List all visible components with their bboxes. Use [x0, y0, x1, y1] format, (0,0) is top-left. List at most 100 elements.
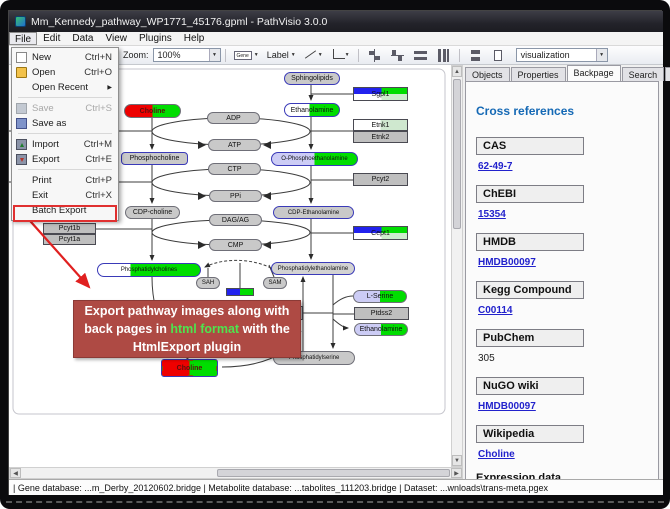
gene-node-icon: Gene	[234, 51, 252, 60]
metabolite-node[interactable]: CTP	[208, 163, 261, 175]
metabolite-node[interactable]: Phosphatidylcholines	[97, 263, 201, 277]
stack-horizontal-button[interactable]	[487, 48, 510, 63]
chevron-down-icon[interactable]: ▼	[209, 49, 220, 61]
crossref-link[interactable]: HMDB00097	[478, 401, 536, 412]
resize-handle[interactable]	[161, 359, 163, 361]
metabolite-node[interactable]: Ethanolamine	[354, 323, 408, 336]
title-bar[interactable]: Mm_Kennedy_pathway_WP1771_45176.gpml - P…	[9, 11, 663, 32]
gene-node[interactable]: Pcyt1b	[43, 223, 96, 234]
metabolite-node[interactable]: Phosphocholine	[121, 152, 188, 165]
metabolite-node[interactable]: PPi	[209, 190, 262, 202]
gene-node[interactable]: Etnk2	[353, 131, 408, 143]
visualization-combobox[interactable]: visualization ▼	[516, 48, 608, 62]
menu-edit[interactable]: Edit	[37, 32, 66, 45]
crossref-section: ChEBI 15354	[476, 184, 648, 220]
new-line-button[interactable]: ▼	[300, 48, 327, 63]
metabolite-node[interactable]: Ethanolamine	[284, 103, 340, 117]
menu-item-open[interactable]: OpenCtrl+O	[12, 65, 118, 80]
crossref-source: Wikipedia	[476, 425, 584, 443]
tab-objects[interactable]: Objects	[465, 67, 510, 81]
menu-item-shortcut: Ctrl+E	[85, 154, 112, 165]
crossref-link[interactable]: HMDB00097	[478, 257, 536, 268]
gene-node[interactable]: Pcyt2	[353, 173, 408, 186]
menu-help[interactable]: Help	[178, 32, 211, 45]
metabolite-node[interactable]: CMP	[209, 239, 262, 251]
toolbar-separator	[459, 49, 460, 62]
menu-item-import[interactable]: ImportCtrl+M	[12, 137, 118, 152]
stack-vertical-button[interactable]	[464, 48, 487, 63]
crossref-link[interactable]: Choline	[478, 449, 515, 460]
resize-handle[interactable]	[216, 366, 218, 371]
metabolite-node[interactable]: O-Phosphoethanolamine	[271, 152, 358, 166]
node-label: Etnk2	[372, 134, 390, 141]
menu-item-label: Import	[32, 139, 84, 150]
crossref-link[interactable]: 15354	[478, 209, 506, 220]
node-label: SAM	[268, 280, 281, 286]
menu-item-shortcut: Ctrl+X	[85, 190, 112, 201]
menu-item-batch-export[interactable]: Batch Export	[12, 203, 118, 218]
crossref-link[interactable]: 62-49-7	[478, 161, 512, 172]
menu-item-print[interactable]: PrintCtrl+P	[12, 173, 118, 188]
align-center-x-button[interactable]	[363, 48, 386, 63]
scrollbar-thumb[interactable]	[453, 79, 461, 229]
scroll-up-button[interactable]: ▲	[452, 66, 462, 77]
metabolite-node[interactable]: SAH	[196, 277, 220, 289]
menu-item-exit[interactable]: ExitCtrl+X	[12, 188, 118, 203]
menu-plugins[interactable]: Plugins	[133, 32, 178, 45]
tab-search[interactable]: Search	[622, 67, 665, 81]
node-label: ADP	[226, 115, 240, 122]
metabolite-node[interactable]: CDP-Ethanolamine	[273, 206, 354, 219]
horizontal-scrollbar[interactable]: ◀ ▶	[9, 467, 463, 479]
common-height-button[interactable]	[409, 48, 432, 63]
gene-node[interactable]: Etnk1	[353, 119, 408, 131]
align-center-y-button[interactable]	[386, 48, 409, 63]
common-width-button[interactable]	[432, 48, 455, 63]
menu-item-open-recent[interactable]: Open Recent▶	[12, 80, 118, 95]
chevron-down-icon[interactable]: ▼	[596, 49, 607, 61]
metabolite-node[interactable]: CDP-choline	[125, 206, 180, 219]
gene-node[interactable]: Sgpl1	[353, 87, 408, 101]
tab-properties[interactable]: Properties	[511, 67, 566, 81]
metabolite-node[interactable]: Choline	[124, 104, 181, 118]
gene-node[interactable]: Cept1	[353, 226, 408, 240]
resize-handle[interactable]	[188, 375, 193, 377]
menu-item-shortcut: Ctrl+M	[84, 139, 112, 150]
tab-legend[interactable]: Legend	[665, 67, 670, 81]
scrollbar-thumb[interactable]	[217, 469, 450, 477]
gene-node-partial[interactable]	[226, 288, 254, 296]
metabolite-node-selected[interactable]: Choline	[161, 359, 218, 377]
gene-node[interactable]: Pcyt1a	[43, 234, 96, 245]
menu-item-export[interactable]: ExportCtrl+E	[12, 152, 118, 167]
vertical-scrollbar[interactable]: ▲ ▼	[451, 65, 463, 467]
menu-file[interactable]: File	[9, 32, 37, 45]
import-icon	[16, 139, 27, 150]
metabolite-node[interactable]: ATP	[208, 139, 261, 151]
new-datanode-button[interactable]: Gene ▼	[230, 48, 263, 63]
metabolite-node[interactable]: Phosphatidylethanolamine	[271, 262, 355, 275]
gene-node[interactable]: Ptdss2	[354, 307, 409, 320]
metabolite-node[interactable]: DAG/AG	[209, 214, 262, 226]
resize-handle[interactable]	[188, 359, 193, 361]
new-connector-button[interactable]: ▼	[327, 48, 354, 63]
crossref-link[interactable]: C00114	[478, 305, 512, 316]
zoom-combobox[interactable]: 100% ▼	[153, 48, 221, 62]
tab-backpage[interactable]: Backpage	[567, 65, 621, 81]
metabolite-node[interactable]: Sphingolipids	[284, 72, 340, 85]
scroll-right-button[interactable]: ▶	[451, 468, 462, 478]
menu-view[interactable]: View	[99, 32, 133, 45]
scroll-left-button[interactable]: ◀	[10, 468, 21, 478]
menu-item-save-as[interactable]: Save as	[12, 116, 118, 131]
menu-item-new[interactable]: NewCtrl+N	[12, 50, 118, 65]
menu-data[interactable]: Data	[66, 32, 99, 45]
new-label-button[interactable]: Label ▼	[263, 48, 300, 63]
resize-handle[interactable]	[161, 366, 163, 371]
scroll-down-button[interactable]: ▼	[452, 455, 462, 466]
metabolite-node[interactable]: SAM	[263, 277, 287, 289]
metabolite-node[interactable]: ADP	[207, 112, 260, 124]
annotation-callout: Export pathway images along with back pa…	[73, 300, 301, 358]
metabolite-node[interactable]: L-Serine	[353, 290, 407, 303]
chevron-down-icon: ▼	[318, 52, 323, 58]
align-horizontal-center-icon	[390, 49, 405, 62]
export-icon	[16, 154, 27, 165]
menu-item-save[interactable]: SaveCtrl+S	[12, 101, 118, 116]
